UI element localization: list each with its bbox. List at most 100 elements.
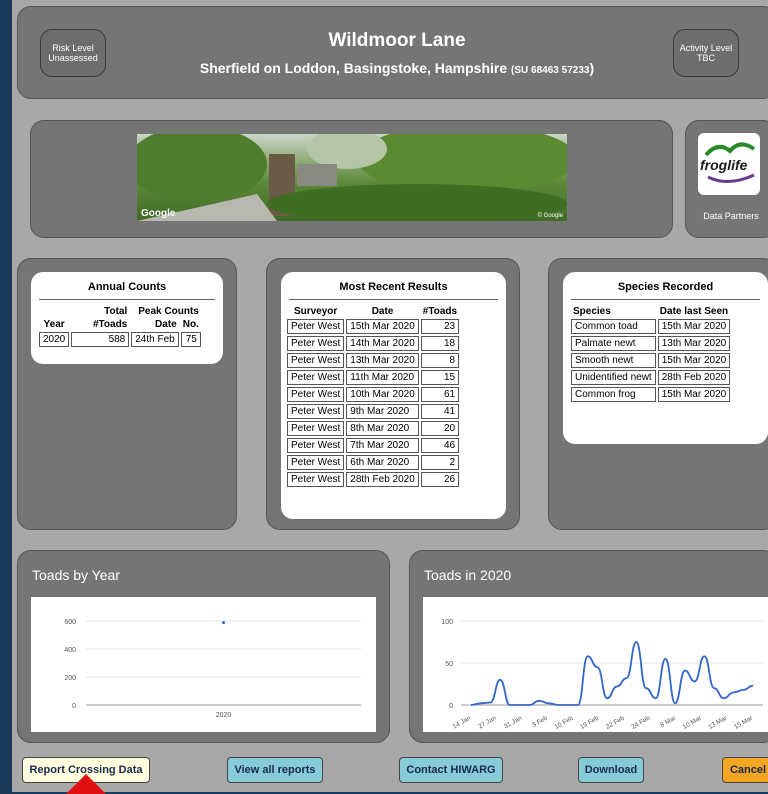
- x-tick-label: 24 Feb: [630, 714, 651, 730]
- header-date: Date: [371, 306, 394, 317]
- download-button[interactable]: Download: [578, 757, 644, 783]
- divider: [571, 299, 760, 300]
- froglife-logo-text: froglife: [700, 157, 748, 173]
- view-all-reports-button[interactable]: View all reports: [227, 757, 323, 783]
- annual-counts-card: Annual Counts Total Peak Counts Year #To…: [31, 272, 223, 364]
- y-tick-label: 0: [72, 703, 76, 710]
- toads-in-2020-panel: Toads in 2020 100 50 0 14 Jan 27 Jan 31 Jan 3 …: [409, 550, 768, 743]
- table-row: Peter West 6th Mar 2020 2: [287, 455, 460, 470]
- header-species: Species: [573, 306, 611, 317]
- cell-date: 14th Mar 2020: [346, 336, 419, 351]
- chart-svg: 100 50 0 14 Jan 27 Jan 31 Jan 3 Feb 10 Feb 19 Fe…: [441, 619, 763, 731]
- x-tick-label: 14 Jan: [452, 714, 473, 730]
- series-line: [470, 641, 754, 706]
- header-toads: #Toads: [92, 319, 128, 330]
- x-tick-label: 8 Mar: [659, 714, 678, 729]
- y-tick-label: 50: [445, 661, 453, 668]
- divider: [39, 299, 215, 300]
- chart-svg: 600 400 200 0 2020: [64, 619, 361, 719]
- annual-counts-panel: Annual Counts Total Peak Counts Year #To…: [17, 258, 237, 530]
- cell-surveyor: Peter West: [287, 404, 345, 419]
- google-watermark: Google: [141, 208, 176, 219]
- page-canvas: Risk Level Unassessed Wildmoor Lane Sher…: [12, 0, 768, 794]
- cell-date-last-seen: 13th Mar 2020: [657, 336, 731, 351]
- annual-counts-table: Total Peak Counts Year #Toads Date No. 2…: [37, 304, 203, 349]
- header-surveyor: Surveyor: [293, 306, 338, 317]
- cell-surveyor: Peter West: [287, 455, 345, 470]
- header-toads: #Toads: [422, 306, 458, 317]
- table-row: Peter West 11th Mar 2020 15: [287, 370, 460, 385]
- cell-species: Unidentified newt: [571, 370, 656, 385]
- annual-counts-title: Annual Counts: [87, 281, 167, 293]
- table-row: Palmate newt 13th Mar 2020: [571, 336, 731, 351]
- y-tick-label: 100: [441, 619, 453, 626]
- cell-species: Palmate newt: [571, 336, 656, 351]
- activity-level-badge: Activity Level TBC: [673, 29, 739, 77]
- x-tick-label: 10 Feb: [554, 714, 575, 730]
- x-tick-label: 13 Mar: [707, 714, 729, 731]
- cancel-button[interactable]: Cancel: [722, 757, 768, 783]
- froglife-logo[interactable]: froglife: [698, 133, 760, 195]
- table-row: Peter West 9th Mar 2020 41: [287, 404, 460, 419]
- cell-species: Smooth newt: [571, 353, 656, 368]
- cell-date: 24th Feb: [131, 332, 179, 347]
- header-date: Date: [155, 319, 177, 330]
- cell-toads: 23: [420, 319, 460, 334]
- cell-year: 2020: [39, 332, 70, 347]
- cell-toads: 588: [71, 332, 130, 347]
- contact-hiwarg-button[interactable]: Contact HIWARG: [399, 757, 503, 783]
- recent-results-card: Most Recent Results Surveyor Date #Toads…: [281, 272, 506, 519]
- grid-reference: SU 68463 57233: [514, 65, 590, 76]
- partners-panel: froglife Data Partners: [685, 120, 768, 238]
- divider: [289, 299, 498, 300]
- y-tick-label: 600: [64, 619, 76, 626]
- cell-surveyor: Peter West: [287, 387, 345, 402]
- y-tick-label: 200: [64, 675, 76, 682]
- copyright-watermark: © Google: [537, 213, 563, 219]
- data-partners-label: Data Partners: [703, 211, 759, 221]
- table-row: Peter West 7th Mar 2020 46: [287, 438, 460, 453]
- table-row: Smooth newt 15th Mar 2020: [571, 353, 731, 368]
- species-panel: Species Recorded Species Date last Seen …: [548, 258, 768, 530]
- x-tick-label: 3 Feb: [531, 714, 549, 729]
- cell-species: Common toad: [571, 319, 656, 334]
- cell-surveyor: Peter West: [287, 438, 345, 453]
- table-row: Peter West 14th Mar 2020 18: [287, 336, 460, 351]
- table-row: Peter West 28th Feb 2020 26: [287, 472, 460, 487]
- header-no: No.: [182, 319, 199, 330]
- x-tick-label: 10 Mar: [682, 714, 704, 731]
- header-total: Total: [104, 306, 128, 317]
- table-row: Common frog 15th Mar 2020: [571, 387, 731, 402]
- cell-date: 13th Mar 2020: [346, 353, 419, 368]
- cell-surveyor: Peter West: [287, 353, 345, 368]
- activity-level-label: Activity Level: [679, 43, 733, 53]
- recent-results-title: Most Recent Results: [339, 281, 448, 293]
- species-table: Species Date last Seen Common toad 15th M…: [569, 304, 732, 404]
- table-row: Peter West 13th Mar 2020 8: [287, 353, 460, 368]
- cell-no: 75: [180, 332, 201, 347]
- cell-toads: 20: [420, 421, 460, 436]
- x-tick-label: 22 Feb: [605, 714, 626, 730]
- table-row: 2020 588 24th Feb 75: [39, 332, 201, 347]
- cell-surveyor: Peter West: [287, 336, 345, 351]
- toads-by-year-panel: Toads by Year 600 400 200 0 2020: [17, 550, 390, 743]
- cell-date: 11th Mar 2020: [346, 370, 419, 385]
- data-point: [222, 621, 225, 625]
- table-row: Unidentified newt 28th Feb 2020: [571, 370, 731, 385]
- cell-surveyor: Peter West: [287, 472, 345, 487]
- header-peak: Peak Counts: [138, 306, 199, 317]
- cell-date: 9th Mar 2020: [346, 404, 419, 419]
- header-year: Year: [43, 319, 65, 330]
- streetview-scene: [137, 134, 567, 221]
- species-title: Species Recorded: [617, 281, 714, 293]
- cursor-arrow-icon: [66, 774, 106, 794]
- streetview-image[interactable]: Google © Google: [137, 134, 567, 221]
- x-tick-label: 19 Feb: [579, 714, 600, 730]
- cell-toads: 8: [420, 353, 460, 368]
- toads-by-year-chart: 600 400 200 0 2020: [31, 597, 376, 732]
- cell-toads: 15: [420, 370, 460, 385]
- recent-results-table: Surveyor Date #Toads Peter West 15th Mar …: [285, 304, 461, 489]
- cell-surveyor: Peter West: [287, 370, 345, 385]
- cell-toads: 2: [420, 455, 460, 470]
- cell-date-last-seen: 15th Mar 2020: [657, 387, 731, 402]
